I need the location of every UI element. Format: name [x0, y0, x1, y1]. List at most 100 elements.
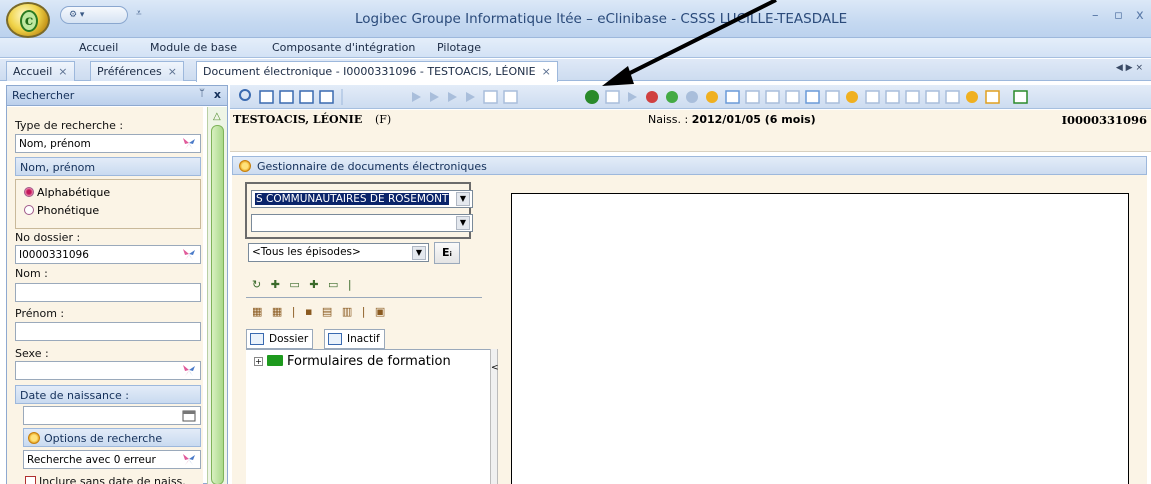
edit-icon[interactable] — [785, 90, 800, 104]
next-icon[interactable] — [448, 92, 457, 102]
list-icon[interactable] — [259, 90, 274, 104]
episode-button[interactable]: Eᵢ — [434, 242, 460, 264]
page-icon[interactable] — [765, 90, 780, 104]
dob-field[interactable] — [23, 406, 201, 425]
menu-composante-integration[interactable]: Composante d'intégration — [272, 41, 415, 54]
copy-icon[interactable] — [483, 90, 498, 104]
refresh-icon[interactable] — [805, 90, 820, 104]
tree-item-formulaires[interactable]: + Formulaires de formation — [254, 354, 451, 369]
tab-scroll-buttons[interactable]: ◀ ▶ × — [1116, 63, 1143, 73]
sexe-field[interactable] — [15, 361, 201, 380]
search-options-header[interactable]: Options de recherche — [23, 428, 201, 447]
close-icon[interactable]: x — [214, 88, 221, 101]
menu-pilotage[interactable]: Pilotage — [437, 41, 481, 54]
remove-icon[interactable] — [646, 91, 658, 103]
scroll-up-icon[interactable]: △ — [213, 111, 221, 122]
checkbox-icon[interactable] — [25, 476, 36, 484]
stamp-icon[interactable] — [825, 90, 840, 104]
radio-alphabetique[interactable]: Alphabétique — [24, 186, 110, 199]
chevron-down-icon[interactable]: ▼ — [456, 192, 470, 206]
collapse-icon[interactable]: < — [491, 363, 499, 373]
episode-icon[interactable] — [945, 90, 960, 104]
pin-icon[interactable]: ᛘ — [199, 88, 205, 99]
attach-icon[interactable] — [905, 90, 920, 104]
tab-accueil[interactable]: Accueil × — [6, 61, 75, 81]
close-icon[interactable]: × — [542, 65, 551, 78]
butterfly-picker-icon[interactable] — [182, 248, 196, 261]
table-icon[interactable] — [279, 90, 294, 104]
chevron-down-icon[interactable]: ▼ — [456, 216, 470, 230]
menu-module-de-base[interactable]: Module de base — [150, 41, 237, 54]
butterfly-picker-icon[interactable] — [182, 453, 196, 466]
note-icon[interactable] — [885, 90, 900, 104]
window-title: Logibec Groupe Informatique ltée – eClin… — [355, 11, 848, 27]
splitter-handle[interactable]: < — [490, 349, 499, 484]
image-icon[interactable] — [299, 90, 314, 104]
paste-icon[interactable] — [503, 90, 518, 104]
prenom-field[interactable] — [15, 322, 201, 341]
sun-icon — [28, 432, 40, 444]
search-mode-value: Recherche avec 0 erreur — [27, 454, 156, 466]
tab-document-electronique[interactable]: Document électronique - I0000331096 - TE… — [196, 61, 558, 82]
save-icon[interactable] — [725, 90, 740, 104]
view-actions-toolbar[interactable]: ▦ ▦ | ▪ ▤ ▥ | ▣ — [252, 305, 388, 321]
app-logo-icon: c — [20, 10, 38, 32]
secondary-combo[interactable]: ▼ — [251, 214, 473, 232]
minimize-button[interactable]: – — [1092, 8, 1099, 23]
send-icon[interactable] — [925, 90, 940, 104]
search-panel-scrollbar[interactable]: △ — [207, 107, 227, 484]
folder-doc-icon — [250, 333, 264, 345]
patient-id: I0000331096 — [1061, 113, 1147, 127]
establishment-combo[interactable]: S COMMUNAUTAIRES DE ROSEMONT ▼ — [251, 190, 473, 208]
butterfly-picker-icon[interactable] — [182, 137, 196, 150]
ribbon-menu: Accueil Module de base Composante d'inté… — [0, 38, 1151, 58]
first-icon[interactable] — [412, 92, 421, 102]
tab-preferences[interactable]: Préférences × — [90, 61, 184, 81]
add-icon[interactable] — [585, 90, 599, 104]
expand-icon[interactable]: + — [254, 357, 263, 366]
last-icon[interactable] — [466, 92, 475, 102]
sun-icon[interactable] — [706, 91, 718, 103]
export-icon[interactable] — [985, 90, 1000, 104]
birthdate-label: Naiss. : — [648, 113, 689, 126]
chevron-down-icon[interactable]: ▼ — [412, 246, 426, 260]
close-icon[interactable]: × — [168, 65, 177, 78]
doc-icon[interactable] — [745, 90, 760, 104]
nom-field[interactable] — [15, 283, 201, 302]
exit-icon[interactable] — [1013, 90, 1028, 104]
radio-label: Phonétique — [37, 204, 100, 217]
light-icon[interactable] — [966, 91, 978, 103]
close-button[interactable]: x — [1136, 8, 1144, 23]
dossier-label: No dossier : — [15, 231, 81, 244]
tree-actions-toolbar[interactable]: ↻ ✚ ▭ ✚ ▭ | — [252, 278, 355, 294]
butterfly-picker-icon[interactable] — [182, 364, 196, 377]
quick-access-customize-icon[interactable]: ⩡ — [136, 8, 142, 19]
episode-combo[interactable]: <Tous les épisodes> ▼ — [248, 243, 429, 262]
radio-phonetique[interactable]: Phonétique — [24, 204, 99, 217]
dossier-field[interactable]: I0000331096 — [15, 245, 201, 264]
menu-accueil[interactable]: Accueil — [79, 41, 118, 54]
patient-name: TESTOACIS, LÉONIE — [233, 113, 363, 126]
tab-inactif[interactable]: Inactif — [324, 329, 385, 349]
close-icon[interactable]: × — [58, 65, 67, 78]
birthdate-value: 2012/01/05 (6 mois) — [691, 113, 816, 126]
calendar-icon[interactable] — [182, 409, 196, 422]
approve-icon[interactable] — [666, 91, 678, 103]
new-doc-icon[interactable] — [605, 90, 620, 104]
search-type-field[interactable]: Nom, prénom — [15, 134, 201, 153]
quick-access-toolbar[interactable]: ⚙ ▾ — [60, 6, 128, 24]
application-orb-button[interactable]: c — [6, 2, 50, 38]
blank-icon[interactable] — [319, 90, 334, 104]
search-icon[interactable] — [239, 89, 251, 101]
prev-icon[interactable] — [430, 92, 439, 102]
search-mode-field[interactable]: Recherche avec 0 erreur — [23, 450, 201, 469]
document-manager-header: Gestionnaire de documents électroniques — [232, 156, 1147, 175]
include-no-dob-checkbox[interactable]: Inclure sans date de naiss. — [25, 475, 186, 484]
flag-icon[interactable] — [846, 91, 858, 103]
undo-icon[interactable] — [686, 91, 698, 103]
restore-button[interactable]: ▫ — [1114, 8, 1123, 23]
print-icon[interactable] — [865, 90, 880, 104]
tab-dossier[interactable]: Dossier — [246, 329, 314, 349]
up-icon[interactable] — [628, 92, 637, 102]
scroll-thumb[interactable] — [211, 125, 224, 484]
